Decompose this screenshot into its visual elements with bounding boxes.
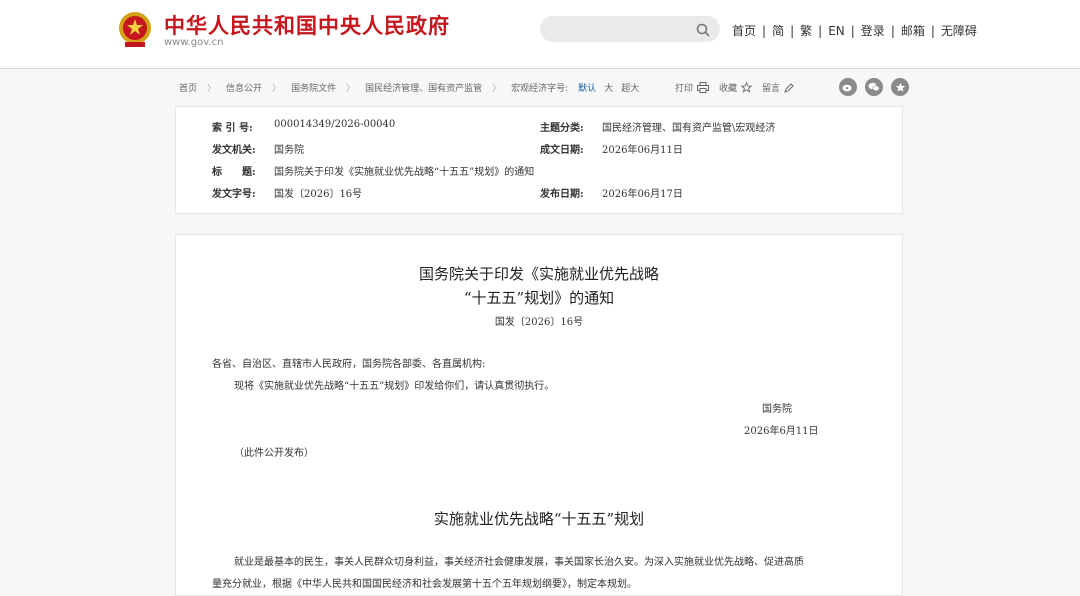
site-header: 中华人民共和国中央人民政府 www.gov.cn 首页 | 简 | 繁 | EN | 登… (0, 0, 1080, 69)
national-emblem-icon[interactable] (116, 10, 154, 50)
pencil-icon (784, 82, 794, 93)
favorite-label: 收藏 (719, 84, 738, 94)
chevron-right-icon: 〉 (272, 84, 282, 94)
article-title-line1: 国务院关于印发《实施就业优先战略 (418, 265, 659, 283)
publication-note: （此件公开发布） (234, 448, 314, 459)
star-icon[interactable] (891, 78, 909, 96)
wechat-icon[interactable] (865, 78, 883, 96)
print-label: 打印 (675, 84, 694, 94)
breadcrumb-home[interactable]: 首页 (175, 81, 201, 94)
category-value: 国民经济管理、国有资产监管\宏观经济 (602, 123, 776, 134)
site-domain: www.gov.cn (164, 37, 224, 48)
chevron-right-icon: 〉 (207, 84, 217, 94)
top-nav: 首页 | 简 | 繁 | EN | 登录 | 邮箱 | 无障碍 (726, 22, 983, 39)
plan-paragraph-line1: 就业是最基本的民生，事关人民群众切身利益，事关经济社会健康发展，事关国家长治久安… (234, 557, 804, 568)
signature-date: 2026年6月11日 (744, 426, 819, 437)
issuer-label: 发文机关: (212, 145, 256, 156)
doc-number-label: 发文字号: (212, 189, 256, 200)
index-label: 索 引 号: (212, 123, 253, 134)
nav-home-link[interactable]: 首页 (726, 22, 762, 39)
nav-english-link[interactable]: EN (822, 24, 851, 38)
search-icon[interactable] (696, 22, 710, 37)
font-size-xlarge[interactable]: 超大 (617, 81, 643, 94)
font-size-default[interactable]: 默认 (574, 81, 600, 94)
title-label: 标 题: (212, 167, 256, 178)
title-value: 国务院关于印发《实施就业优先战略“十五五”规划》的通知 (274, 167, 535, 178)
article-title-line2: “十五五”规划》的通知 (463, 289, 615, 307)
article-body: 国务院关于印发《实施就业优先战略 “十五五”规划》的通知 国发〔2026〕16号… (175, 234, 903, 596)
index-value: 000014349/2026-00040 (274, 119, 396, 130)
comment-button[interactable]: 留言 (762, 81, 794, 94)
doc-number-value: 国发〔2026〕16号 (274, 189, 363, 200)
article-doc-number: 国发〔2026〕16号 (494, 317, 584, 328)
breadcrumb-bar: 首页〉 信息公开〉 国务院文件〉 国民经济管理、国有资产监管〉 宏观经济字号: … (175, 78, 909, 98)
weibo-icon[interactable] (839, 78, 857, 96)
breadcrumb-economy[interactable]: 国民经济管理、国有资产监管 (361, 81, 486, 94)
body-paragraph[interactable]: 现将《实施就业优先战略“十五五”规划》印发给你们，请认真贯彻执行。 (234, 377, 554, 392)
plan-title: 实施就业优先战略“十五五”规划 (433, 510, 645, 528)
search-input[interactable] (540, 16, 720, 42)
favorite-button[interactable]: 收藏 (719, 81, 753, 94)
print-button[interactable]: 打印 (675, 81, 710, 94)
breadcrumb: 首页〉 信息公开〉 国务院文件〉 国民经济管理、国有资产监管〉 宏观经济字号: … (175, 81, 643, 94)
breadcrumb-info[interactable]: 信息公开 (222, 81, 266, 94)
font-size-selector: 默认 大 超大 (574, 81, 643, 94)
nav-accessibility-link[interactable]: 无障碍 (935, 22, 983, 39)
published-date-value: 2026年06月17日 (602, 189, 683, 200)
salutation: 各省、自治区、直辖市人民政府，国务院各部委、各直属机构: (212, 359, 486, 370)
chevron-right-icon: 〉 (492, 84, 502, 94)
nav-traditional-link[interactable]: 繁 (794, 22, 818, 39)
created-date-label: 成文日期: (540, 145, 584, 156)
nav-login-link[interactable]: 登录 (855, 22, 891, 39)
nav-mail-link[interactable]: 邮箱 (895, 22, 931, 39)
published-date-label: 发布日期: (540, 189, 584, 200)
signatory: 国务院 (762, 404, 792, 415)
comment-label: 留言 (762, 84, 781, 94)
chevron-right-icon: 〉 (346, 84, 356, 94)
category-label: 主题分类: (540, 123, 584, 134)
created-date-value: 2026年06月11日 (602, 145, 683, 156)
share-buttons (831, 78, 909, 96)
document-metadata: 索 引 号: 000014349/2026-00040 主题分类: 国民经济管理… (175, 106, 903, 214)
breadcrumb-state-council-docs[interactable]: 国务院文件 (287, 81, 340, 94)
site-title[interactable]: 中华人民共和国中央人民政府 (164, 10, 450, 40)
font-size-large[interactable]: 大 (600, 81, 617, 94)
nav-simplified-link[interactable]: 简 (766, 22, 790, 39)
article-actions: 打印 收藏 留言 (675, 81, 804, 94)
issuer-value: 国务院 (274, 145, 304, 156)
printer-icon (697, 82, 710, 93)
star-outline-icon (741, 82, 753, 93)
breadcrumb-macro-font-size[interactable]: 宏观经济字号: (507, 81, 572, 94)
